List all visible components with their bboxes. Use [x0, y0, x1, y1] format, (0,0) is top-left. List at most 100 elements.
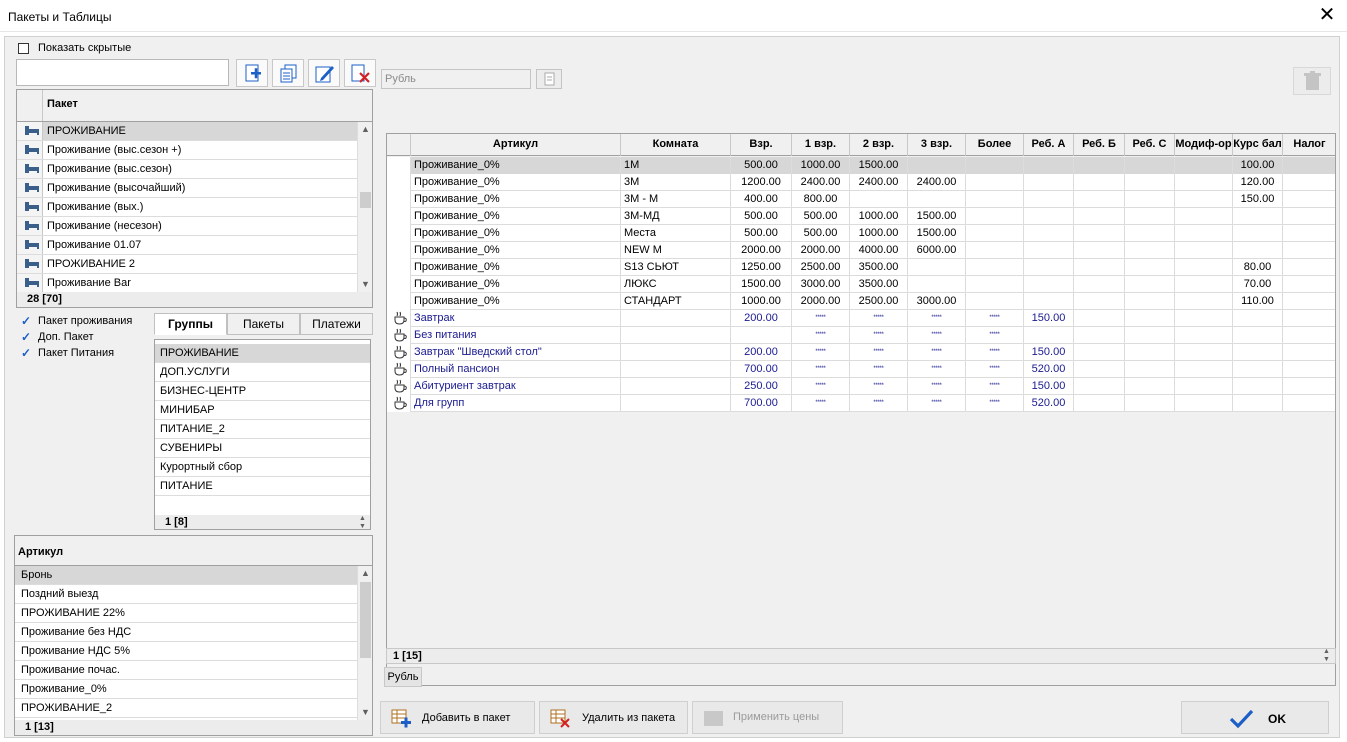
new-package-button[interactable] [236, 59, 268, 87]
price-cell[interactable]: 520.00 [1024, 395, 1074, 412]
price-cell[interactable] [1074, 276, 1125, 293]
price-cell[interactable] [1283, 242, 1335, 259]
price-cell[interactable] [1283, 395, 1335, 412]
price-cell[interactable] [1283, 310, 1335, 327]
price-cell[interactable]: Полный пансион [411, 361, 621, 378]
price-cell[interactable]: ***** [966, 344, 1024, 361]
close-button[interactable]: ✕ [1316, 4, 1338, 28]
price-cell[interactable]: ***** [966, 378, 1024, 395]
price-cell[interactable]: 2400.00 [792, 174, 850, 191]
price-cell[interactable]: Проживание_0% [411, 259, 621, 276]
price-cell[interactable] [1175, 208, 1233, 225]
column-header[interactable]: Курс бал [1233, 134, 1283, 156]
price-cell[interactable] [1125, 225, 1175, 242]
price-cell[interactable] [966, 208, 1024, 225]
price-cell[interactable] [1175, 157, 1233, 174]
currency-tab[interactable]: Рубль [384, 667, 422, 687]
price-cell[interactable]: Без питания [411, 327, 621, 344]
currency-input[interactable] [381, 69, 531, 89]
price-cell[interactable]: ***** [850, 327, 908, 344]
price-row[interactable]: Полный пансион 700.00 ***** ***** ***** *****… [387, 361, 1335, 378]
article-row[interactable]: Бронь [15, 566, 357, 585]
price-cell[interactable]: 1000.00 [850, 208, 908, 225]
price-cell[interactable]: 2400.00 [908, 174, 966, 191]
price-cell[interactable]: ***** [966, 395, 1024, 412]
price-cell[interactable]: 500.00 [792, 208, 850, 225]
price-cell[interactable] [1074, 378, 1125, 395]
column-header[interactable]: Взр. [731, 134, 792, 156]
price-cell[interactable]: Проживание_0% [411, 157, 621, 174]
price-cell[interactable]: ***** [850, 361, 908, 378]
price-cell[interactable] [621, 310, 731, 327]
price-cell[interactable] [1024, 259, 1074, 276]
price-cell[interactable]: 200.00 [731, 310, 792, 327]
price-cell[interactable] [1074, 361, 1125, 378]
price-row[interactable]: Для групп 700.00 ***** ***** ***** ***** 520.0… [387, 395, 1335, 412]
trash-button[interactable] [1293, 67, 1331, 95]
price-cell[interactable] [1283, 208, 1335, 225]
price-cell[interactable]: Проживание_0% [411, 242, 621, 259]
articles-scrollbar[interactable]: ▲ ▼ [357, 566, 372, 720]
price-cell[interactable]: 1500.00 [908, 208, 966, 225]
price-cell[interactable] [1283, 361, 1335, 378]
price-cell[interactable] [1125, 208, 1175, 225]
column-header[interactable]: Реб. С [1125, 134, 1175, 156]
price-cell[interactable]: ЛЮКС [621, 276, 731, 293]
price-row[interactable]: Проживание_0% S13 СЬЮТ 1250.00 2500.00 3500.… [387, 259, 1335, 276]
price-cell[interactable] [1233, 344, 1283, 361]
price-cell[interactable] [1175, 276, 1233, 293]
price-cell[interactable] [1283, 344, 1335, 361]
price-cell[interactable] [1175, 293, 1233, 310]
price-cell[interactable]: 100.00 [1233, 157, 1283, 174]
price-row[interactable]: Проживание_0% 3М 1200.00 2400.00 2400.00 2400… [387, 174, 1335, 191]
copy-package-button[interactable] [272, 59, 304, 87]
price-cell[interactable] [1175, 344, 1233, 361]
price-cell[interactable] [1125, 395, 1175, 412]
price-cell[interactable]: Места [621, 225, 731, 242]
price-cell[interactable] [1074, 225, 1125, 242]
price-cell[interactable]: 200.00 [731, 344, 792, 361]
article-row[interactable]: Проживание_0% [15, 680, 357, 699]
price-cell[interactable]: Проживание_0% [411, 293, 621, 310]
package-row[interactable]: Проживание (вых.) [17, 198, 357, 217]
price-cell[interactable] [1175, 361, 1233, 378]
price-cell[interactable] [621, 378, 731, 395]
price-cell[interactable]: 70.00 [1233, 276, 1283, 293]
price-cell[interactable] [966, 157, 1024, 174]
tab-payments[interactable]: Платежи [300, 313, 373, 335]
group-row[interactable]: ПРОЖИВАНИЕ [155, 344, 370, 363]
price-cell[interactable]: СТАНДАРТ [621, 293, 731, 310]
column-header[interactable]: 2 взр. [850, 134, 908, 156]
price-cell[interactable] [1233, 225, 1283, 242]
price-cell[interactable]: ***** [850, 378, 908, 395]
price-row[interactable]: Проживание_0% Места 500.00 500.00 1000.00 150… [387, 225, 1335, 242]
package-row[interactable]: Проживание (выс.сезон +) [17, 141, 357, 160]
price-cell[interactable]: 500.00 [731, 208, 792, 225]
price-cell[interactable]: ***** [908, 378, 966, 395]
price-cell[interactable] [1233, 378, 1283, 395]
price-cell[interactable] [1125, 242, 1175, 259]
price-cell[interactable]: ***** [908, 344, 966, 361]
price-cell[interactable]: 150.00 [1024, 378, 1074, 395]
price-cell[interactable]: 1250.00 [731, 259, 792, 276]
price-cell[interactable]: 80.00 [1233, 259, 1283, 276]
price-cell[interactable] [966, 276, 1024, 293]
price-cell[interactable] [1175, 395, 1233, 412]
price-cell[interactable] [1074, 174, 1125, 191]
price-cell[interactable]: 120.00 [1233, 174, 1283, 191]
price-cell[interactable] [1074, 157, 1125, 174]
price-cell[interactable] [966, 293, 1024, 310]
price-cell[interactable] [1024, 327, 1074, 344]
price-cell[interactable] [850, 191, 908, 208]
price-cell[interactable]: ***** [792, 395, 850, 412]
price-cell[interactable]: ***** [792, 344, 850, 361]
price-cell[interactable]: 700.00 [731, 361, 792, 378]
delete-package-button[interactable] [344, 59, 376, 87]
package-row[interactable]: Проживание (выс.сезон) [17, 160, 357, 179]
price-cell[interactable]: 1500.00 [850, 157, 908, 174]
price-cell[interactable] [621, 395, 731, 412]
column-header[interactable]: Комната [621, 134, 731, 156]
price-cell[interactable] [1024, 174, 1074, 191]
column-header[interactable]: Модиф-ор [1175, 134, 1233, 156]
price-cell[interactable] [1175, 225, 1233, 242]
